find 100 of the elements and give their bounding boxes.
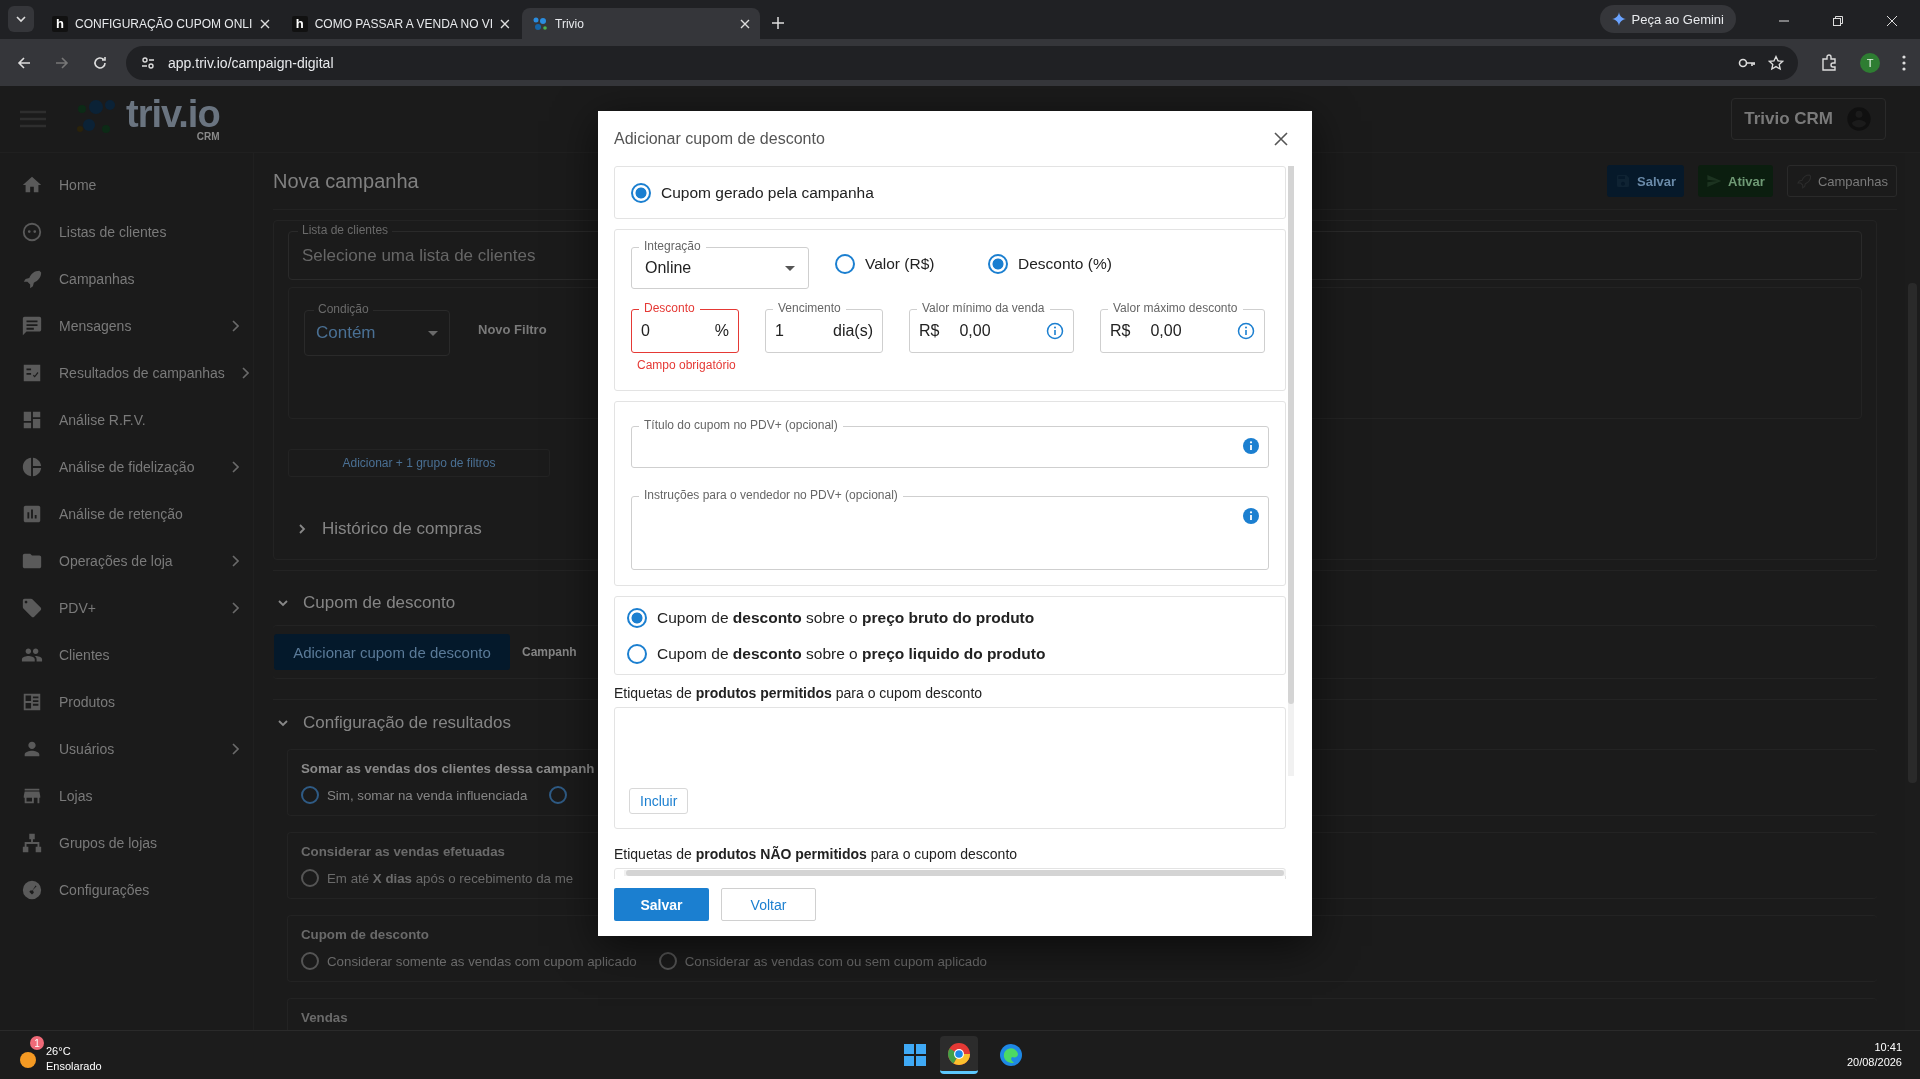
- more-vertical-icon[interactable]: [1902, 54, 1906, 71]
- radio-button[interactable]: [301, 869, 319, 887]
- weather-widget[interactable]: 1 26°C Ensolarado: [18, 1036, 102, 1074]
- chevron-right-icon: [240, 366, 249, 379]
- sidebar-item[interactable]: Mensagens: [0, 302, 253, 349]
- radio-button[interactable]: [631, 182, 651, 203]
- radio-label: Sim, somar na venda influenciada: [327, 787, 528, 803]
- sidebar-item[interactable]: Resultados de campanhas: [0, 349, 253, 396]
- tab-search-button[interactable]: [8, 6, 34, 32]
- chevron-right-icon: [231, 319, 239, 332]
- include-button[interactable]: Incluir: [629, 788, 689, 814]
- new-filter-button[interactable]: Novo Filtro: [478, 321, 547, 337]
- radio-label: Considerar somente as vendas com cupom aplicado: [327, 953, 637, 969]
- input-field[interactable]: Valor máximo desconto R$ 0,00: [1100, 301, 1265, 353]
- chevron-right-icon: [231, 601, 239, 614]
- new-tab-icon[interactable]: [772, 17, 784, 29]
- browser-circle-icon: [947, 1041, 971, 1066]
- save-button[interactable]: Salvar: [614, 888, 709, 921]
- user-menu[interactable]: Trivio CRM: [1731, 98, 1886, 140]
- info-icon[interactable]: [1243, 438, 1259, 454]
- chat-icon: [21, 314, 43, 337]
- integration-select[interactable]: Integração Online: [631, 239, 809, 289]
- key-icon[interactable]: [1738, 56, 1756, 69]
- sidebar-item[interactable]: Grupos de lojas: [0, 819, 253, 866]
- dialog-scrollbar[interactable]: [1288, 166, 1294, 776]
- save-button[interactable]: Salvar: [1607, 165, 1685, 197]
- radio-button[interactable]: [301, 952, 319, 970]
- windows-logo-icon[interactable]: [904, 1044, 926, 1066]
- browser-tab[interactable]: Trivio: [522, 8, 760, 39]
- radio-button[interactable]: [658, 952, 677, 970]
- activate-button[interactable]: Ativar: [1698, 165, 1773, 197]
- sidebar-item[interactable]: Home: [0, 161, 253, 208]
- sidebar-item[interactable]: Clientes: [0, 631, 253, 678]
- radio-button[interactable]: [301, 786, 319, 804]
- add-coupon-button[interactable]: Adicionar cupom de desconto: [274, 634, 510, 670]
- results-section-header[interactable]: Configuração de resultados: [273, 711, 1877, 735]
- info-icon[interactable]: [1243, 508, 1259, 524]
- field-label: Instruções para o vendedor no PDV+ (opcional): [639, 488, 903, 503]
- condition-select[interactable]: Condição Contém: [304, 302, 450, 356]
- radio-button[interactable]: [988, 254, 1008, 274]
- sidebar-item[interactable]: Análise R.F.V.: [0, 396, 253, 443]
- reload-icon[interactable]: [92, 54, 108, 71]
- radio-button[interactable]: [549, 786, 568, 804]
- profile-avatar[interactable]: T: [1860, 52, 1880, 73]
- chevron-right-icon: [231, 554, 239, 567]
- radio-option[interactable]: Valor (R$): [835, 254, 962, 274]
- info-icon[interactable]: [1046, 322, 1064, 340]
- input-field[interactable]: Valor mínimo da venda R$ 0,00: [909, 301, 1074, 353]
- input-field[interactable]: Vencimento 1 dia(s): [765, 301, 883, 353]
- option-group-title: Somar as vendas dos clientes dessa campanh: [301, 760, 595, 777]
- star-icon[interactable]: [1768, 54, 1784, 71]
- sidebar-item[interactable]: Campanhas: [0, 255, 253, 302]
- taskbar-app[interactable]: [940, 1036, 978, 1074]
- dots-logo-icon: [532, 15, 548, 32]
- sidebar-item[interactable]: Listas de clientes: [0, 208, 253, 255]
- radio-option[interactable]: Cupom de desconto sobre o preço bruto do produto: [627, 607, 1273, 628]
- puzzle-icon[interactable]: [1820, 53, 1838, 72]
- browser-tab[interactable]: h CONFIGURAÇÃO CUPOM ONLI: [42, 8, 280, 39]
- radio-button[interactable]: [627, 607, 647, 628]
- option-group-title: Vendas: [301, 1009, 348, 1026]
- sidebar-item[interactable]: PDV+: [0, 584, 253, 631]
- sidebar-item[interactable]: Análise de retenção: [0, 490, 253, 537]
- sidebar-item[interactable]: Análise de fidelização: [0, 443, 253, 490]
- back-button[interactable]: Voltar: [721, 888, 816, 921]
- dropdown-arrow-icon: [428, 330, 438, 336]
- sidebar-item[interactable]: Lojas: [0, 772, 253, 819]
- radio-option[interactable]: Desconto (%): [988, 254, 1148, 274]
- browser-tab[interactable]: h COMO PASSAR A VENDA NO VI: [282, 8, 520, 39]
- input-field[interactable]: Título do cupom no PDV+ (opcional): [631, 418, 1269, 468]
- info-icon[interactable]: [1237, 322, 1255, 340]
- input-field[interactable]: Desconto 0 %: [631, 301, 739, 353]
- back-arrow-icon[interactable]: [16, 54, 32, 71]
- sidebar-item[interactable]: Usuários: [0, 725, 253, 772]
- radio-button[interactable]: [835, 254, 855, 274]
- notification-badge: 1: [30, 1036, 44, 1050]
- add-filter-group-button[interactable]: Adicionar + 1 grupo de filtros: [288, 449, 550, 477]
- site-favicon: h: [52, 15, 68, 32]
- sidebar-item[interactable]: Produtos: [0, 678, 253, 725]
- page-title: Nova campanha: [273, 169, 419, 193]
- option-group-title: Cupom de desconto: [301, 926, 429, 943]
- field-label: Integração: [639, 239, 706, 254]
- sidebar-item[interactable]: Operações de loja: [0, 537, 253, 584]
- site-settings-icon[interactable]: [140, 54, 156, 71]
- forward-arrow-icon[interactable]: [54, 54, 70, 71]
- chevron-right-icon: [231, 742, 239, 755]
- horizontal-scrollbar[interactable]: [624, 870, 1286, 876]
- restore-icon[interactable]: [1832, 15, 1844, 27]
- campaign-tab-label[interactable]: Campanh: [522, 645, 577, 659]
- site-favicon: h: [292, 15, 308, 32]
- radio-button[interactable]: [627, 643, 647, 664]
- radio-option[interactable]: Cupom gerado pela campanha: [631, 182, 874, 203]
- close-icon[interactable]: [1274, 131, 1288, 146]
- sidebar-item[interactable]: Configurações: [0, 866, 253, 913]
- address-bar[interactable]: app.triv.io/campaign-digital: [126, 45, 1798, 80]
- dialog-title: Adicionar cupom de desconto: [614, 129, 825, 148]
- error-message: Campo obrigatório: [637, 358, 737, 372]
- campaigns-button[interactable]: Campanhas: [1786, 165, 1897, 197]
- gemini-button[interactable]: Peça ao Gemini: [1599, 5, 1736, 33]
- radio-option[interactable]: Cupom de desconto sobre o preço liquido do produto: [627, 643, 1273, 664]
- clock[interactable]: 10:41 20/08/2026: [1846, 1040, 1902, 1070]
